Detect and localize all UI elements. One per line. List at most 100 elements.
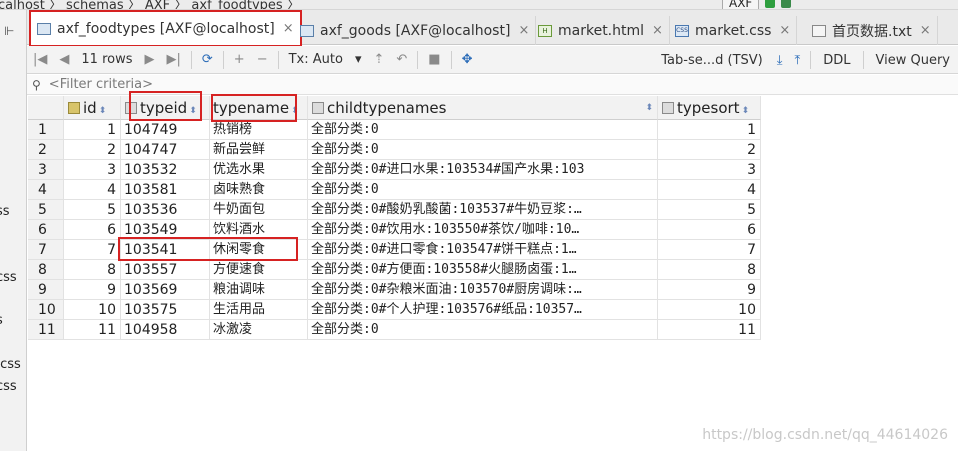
column-header-childtypenames[interactable]: childtypenames ⬍ xyxy=(308,96,658,120)
download-icon[interactable]: ⤓ xyxy=(771,53,789,68)
row-number[interactable]: 7 xyxy=(28,240,64,260)
export-format-select[interactable]: Tab-se...d (TSV) xyxy=(653,53,770,68)
column-header-typesort[interactable]: typesort ⬍ xyxy=(658,96,761,120)
cell-childtypenames[interactable]: 全部分类:0 xyxy=(308,140,658,160)
cell-id[interactable]: 8 xyxy=(64,260,121,280)
breadcrumb-path[interactable]: calhost 〉 schemas 〉 AXF 〉 axf_foodtypes … xyxy=(0,0,300,9)
cell-typename[interactable]: 优选水果 xyxy=(210,160,308,180)
cell-childtypenames[interactable]: 全部分类:0#个人护理:103576#纸品:10357… xyxy=(308,300,658,320)
tab-homepage-data-txt[interactable]: 首页数据.txt × xyxy=(806,16,938,45)
cell-id[interactable]: 4 xyxy=(64,180,121,200)
last-page-icon[interactable]: ▶| xyxy=(160,52,186,67)
cell-id[interactable]: 9 xyxy=(64,280,121,300)
cell-typeid[interactable]: 103541 xyxy=(121,240,210,260)
cell-typesort[interactable]: 2 xyxy=(658,140,761,160)
table-row[interactable]: 3 3 103532 优选水果 全部分类:0#进口水果:103534#国产水果:103 3 xyxy=(28,160,761,180)
cell-typeid[interactable]: 103581 xyxy=(121,180,210,200)
close-icon[interactable]: × xyxy=(779,23,790,38)
cell-typesort[interactable]: 6 xyxy=(658,220,761,240)
cell-typeid[interactable]: 103532 xyxy=(121,160,210,180)
run-icon[interactable] xyxy=(765,0,776,8)
cell-typesort[interactable]: 9 xyxy=(658,280,761,300)
run-config-select[interactable]: AXF xyxy=(722,0,760,9)
rollback-icon[interactable]: ↶ xyxy=(390,52,413,67)
row-number[interactable]: 9 xyxy=(28,280,64,300)
cell-typeid[interactable]: 103575 xyxy=(121,300,210,320)
cell-typename[interactable]: 粮油调味 xyxy=(210,280,308,300)
column-header-id[interactable]: id ⬍ xyxy=(64,96,121,120)
cell-typeid[interactable]: 103536 xyxy=(121,200,210,220)
sort-icon[interactable]: ⬍ xyxy=(742,106,750,116)
cell-typename[interactable]: 卤味熟食 xyxy=(210,180,308,200)
cell-id[interactable]: 3 xyxy=(64,160,121,180)
cell-childtypenames[interactable]: 全部分类:0#方便面:103558#火腿肠卤蛋:1… xyxy=(308,260,658,280)
sidebar-file-fragment[interactable]: ss xyxy=(0,204,10,219)
cell-id[interactable]: 1 xyxy=(64,120,121,140)
column-header-typename[interactable]: typename ⬍ xyxy=(210,96,308,120)
cell-id[interactable]: 6 xyxy=(64,220,121,240)
table-row[interactable]: 7 7 103541 休闲零食 全部分类:0#进口零食:103547#饼干糕点:1… 7 xyxy=(28,240,761,260)
sort-icon[interactable]: ⬍ xyxy=(291,106,299,116)
table-row[interactable]: 1 1 104749 热销榜 全部分类:0 1 xyxy=(28,120,761,140)
table-row[interactable]: 11 11 104958 冰激凌 全部分类:0 11 xyxy=(28,320,761,340)
cell-typeid[interactable]: 103557 xyxy=(121,260,210,280)
commit-icon[interactable]: ⇡ xyxy=(367,52,390,67)
cell-typesort[interactable]: 4 xyxy=(658,180,761,200)
cell-typeid[interactable]: 103569 xyxy=(121,280,210,300)
table-row[interactable]: 6 6 103549 饮料酒水 全部分类:0#饮用水:103550#茶饮/咖啡:10… 6 xyxy=(28,220,761,240)
cell-id[interactable]: 7 xyxy=(64,240,121,260)
cell-childtypenames[interactable]: 全部分类:0#进口水果:103534#国产水果:103 xyxy=(308,160,658,180)
refresh-icon[interactable]: ⟳ xyxy=(196,52,219,67)
table-row[interactable]: 5 5 103536 牛奶面包 全部分类:0#酸奶乳酸菌:103537#牛奶豆浆:… 5 xyxy=(28,200,761,220)
cell-typesort[interactable]: 10 xyxy=(658,300,761,320)
table-row[interactable]: 9 9 103569 粮油调味 全部分类:0#杂粮米面油:103570#厨房调味:… 9 xyxy=(28,280,761,300)
cell-typesort[interactable]: 3 xyxy=(658,160,761,180)
cell-id[interactable]: 2 xyxy=(64,140,121,160)
close-icon[interactable]: × xyxy=(920,23,931,38)
cell-typename[interactable]: 饮料酒水 xyxy=(210,220,308,240)
tab-axf-goods[interactable]: axf_goods [AXF@localhost] × xyxy=(294,16,537,45)
cell-typename[interactable]: 冰激凌 xyxy=(210,320,308,340)
cell-typesort[interactable]: 8 xyxy=(658,260,761,280)
row-number[interactable]: 1 xyxy=(28,120,64,140)
sort-icon[interactable]: ⬍ xyxy=(99,106,107,116)
cell-typesort[interactable]: 5 xyxy=(658,200,761,220)
stop-icon[interactable]: ■ xyxy=(422,52,446,67)
cell-typename[interactable]: 热销榜 xyxy=(210,120,308,140)
close-icon[interactable]: × xyxy=(518,23,529,38)
cell-typename[interactable]: 新品尝鲜 xyxy=(210,140,308,160)
cell-typeid[interactable]: 104747 xyxy=(121,140,210,160)
row-number[interactable]: 4 xyxy=(28,180,64,200)
table-row[interactable]: 10 10 103575 生活用品 全部分类:0#个人护理:103576#纸品:1035… xyxy=(28,300,761,320)
add-row-icon[interactable]: + xyxy=(228,52,251,67)
close-icon[interactable]: × xyxy=(652,23,663,38)
cell-typeid[interactable]: 104958 xyxy=(121,320,210,340)
tab-market-html[interactable]: H market.html × xyxy=(532,16,670,45)
tab-market-css[interactable]: CSS market.css × xyxy=(669,16,798,45)
sidebar-file-fragment[interactable]: css xyxy=(0,379,17,394)
cell-childtypenames[interactable]: 全部分类:0 xyxy=(308,120,658,140)
cell-childtypenames[interactable]: 全部分类:0 xyxy=(308,320,658,340)
sidebar-file-fragment[interactable]: .css xyxy=(0,357,21,372)
row-number[interactable]: 2 xyxy=(28,140,64,160)
cell-typeid[interactable]: 104749 xyxy=(121,120,210,140)
row-count[interactable]: 11 rows xyxy=(75,52,138,67)
row-number[interactable]: 5 xyxy=(28,200,64,220)
cell-id[interactable]: 5 xyxy=(64,200,121,220)
close-icon[interactable]: × xyxy=(283,21,294,36)
row-number[interactable]: 6 xyxy=(28,220,64,240)
upload-icon[interactable]: ⤒ xyxy=(788,53,806,68)
cell-typesort[interactable]: 1 xyxy=(658,120,761,140)
table-row[interactable]: 8 8 103557 方便速食 全部分类:0#方便面:103558#火腿肠卤蛋:1… 8 xyxy=(28,260,761,280)
cell-typesort[interactable]: 11 xyxy=(658,320,761,340)
cell-typename[interactable]: 方便速食 xyxy=(210,260,308,280)
cell-typesort[interactable]: 7 xyxy=(658,240,761,260)
next-page-icon[interactable]: ▶ xyxy=(138,52,160,67)
cell-typename[interactable]: 休闲零食 xyxy=(210,240,308,260)
cell-typename[interactable]: 生活用品 xyxy=(210,300,308,320)
sidebar-file-fragment[interactable]: s xyxy=(0,313,3,328)
row-number[interactable]: 3 xyxy=(28,160,64,180)
view-query-button[interactable]: View Query xyxy=(868,53,958,68)
remove-row-icon[interactable]: − xyxy=(251,52,274,67)
cell-childtypenames[interactable]: 全部分类:0#进口零食:103547#饼干糕点:1… xyxy=(308,240,658,260)
